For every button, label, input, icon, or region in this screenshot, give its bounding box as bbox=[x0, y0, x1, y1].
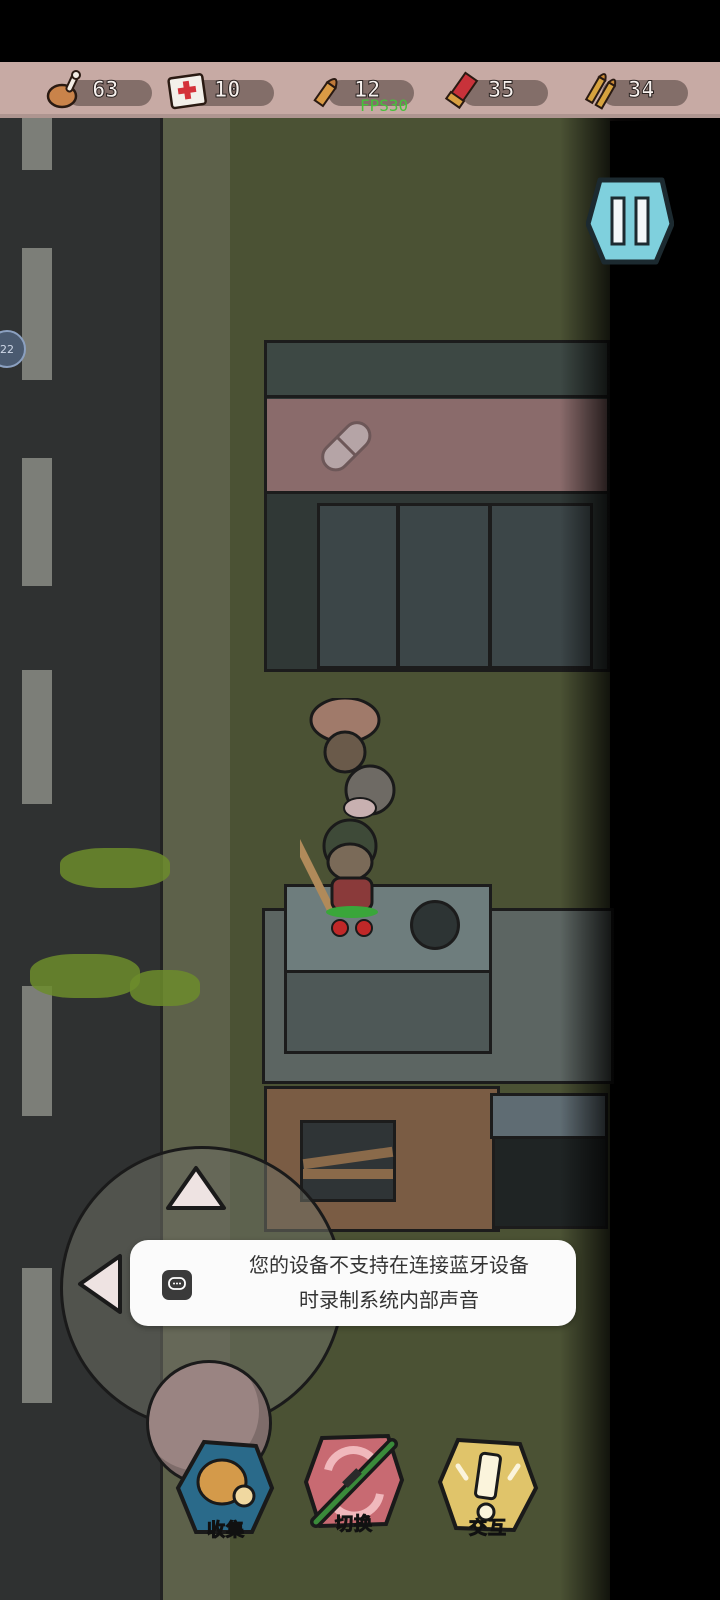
status-bar bbox=[0, 0, 720, 62]
zombie-blood-splat bbox=[60, 848, 170, 888]
bullet-icon bbox=[313, 78, 338, 108]
pharmacy-sign bbox=[267, 399, 607, 494]
rifle-ammo-count: 34 bbox=[628, 77, 655, 103]
food-count: 63 bbox=[92, 77, 119, 103]
switch-weapon-button[interactable]: 切换 bbox=[302, 1430, 406, 1536]
joystick-left-arrow-icon bbox=[78, 1254, 122, 1314]
survivor-group[interactable] bbox=[300, 698, 410, 938]
chat-bubble-icon bbox=[162, 1270, 192, 1300]
pharmacy-building bbox=[264, 340, 610, 672]
interact-label: 交互 bbox=[469, 1518, 507, 1540]
resource-medkit: 10 bbox=[166, 68, 274, 112]
ac-fan bbox=[410, 900, 460, 950]
interact-button[interactable]: 交互 bbox=[436, 1434, 540, 1540]
boarded-window bbox=[300, 1120, 396, 1202]
system-toast: 您的设备不支持在连接蓝牙设备 时录制系统内部声音 bbox=[130, 1240, 576, 1326]
resource-rifle-ammo: 34 bbox=[580, 68, 688, 112]
fps-counter: FPS30 bbox=[360, 96, 409, 115]
shop-window bbox=[317, 503, 593, 669]
game-screen: 63 10 12 35 34 FPS30 22 您的设备不支持在连接蓝牙设备 时… bbox=[0, 0, 720, 1600]
toast-message: 您的设备不支持在连接蓝牙设备 时录制系统内部声音 bbox=[214, 1248, 564, 1318]
toast-line-1: 您的设备不支持在连接蓝牙设备 bbox=[249, 1253, 529, 1277]
zombie-blood-splat bbox=[30, 954, 140, 998]
switch-label: 切换 bbox=[335, 1514, 373, 1536]
rifle-bullets-icon bbox=[584, 73, 617, 110]
pause-button[interactable] bbox=[586, 176, 674, 268]
resource-shotgun-shells: 35 bbox=[440, 68, 548, 112]
shotgun-shell-count: 35 bbox=[488, 77, 515, 103]
collect-label: 收集 bbox=[207, 1520, 245, 1542]
toast-line-2: 时录制系统内部声音 bbox=[299, 1288, 479, 1312]
fog-of-war bbox=[560, 118, 720, 1600]
first-aid-kit-icon bbox=[167, 73, 207, 110]
shotgun-shell-icon bbox=[444, 71, 479, 110]
zombie-blood-splat bbox=[130, 970, 200, 1006]
drumstick-icon bbox=[46, 70, 81, 109]
medkit-count: 10 bbox=[214, 77, 241, 103]
resource-food: 63 bbox=[44, 68, 152, 112]
ac-base bbox=[284, 970, 492, 1054]
collect-button[interactable]: 收集 bbox=[174, 1436, 278, 1542]
joystick-up-arrow-icon bbox=[166, 1166, 226, 1210]
pill-capsule-icon bbox=[321, 421, 372, 472]
